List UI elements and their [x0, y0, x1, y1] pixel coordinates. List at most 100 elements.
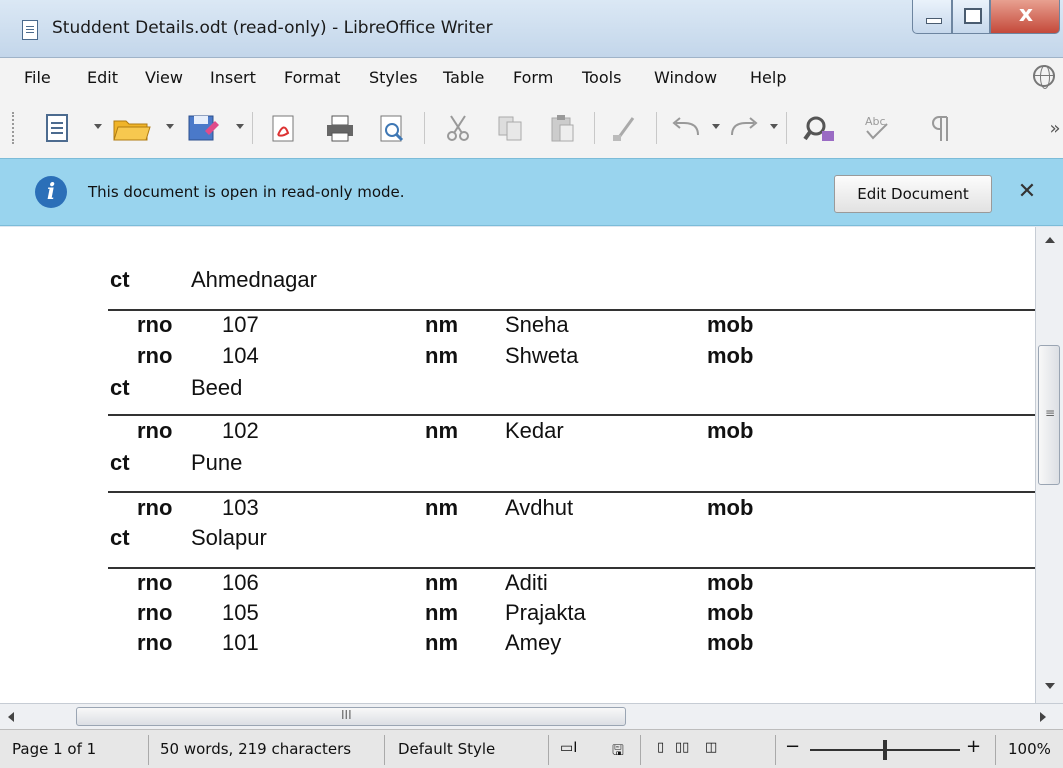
menu-insert[interactable]: Insert — [210, 68, 256, 87]
insert-mode-icon[interactable]: ▭I — [560, 740, 577, 756]
scroll-right-icon[interactable] — [1040, 712, 1046, 722]
multi-page-view-icon[interactable]: ▯▯ — [675, 740, 689, 755]
city-row: ct Pune — [0, 450, 1035, 486]
window-title: Studdent Details.odt (read-only) - Libre… — [52, 18, 493, 38]
zoom-slider-knob[interactable] — [883, 740, 887, 760]
zoom-level[interactable]: 100% — [1008, 740, 1051, 758]
menu-form[interactable]: Form — [513, 68, 553, 87]
edit-document-button[interactable]: Edit Document — [834, 175, 992, 213]
redo-icon[interactable] — [724, 110, 764, 146]
chevron-down-icon[interactable] — [770, 124, 778, 129]
nm-label: nm — [425, 600, 458, 625]
single-page-view-icon[interactable]: ▯ — [657, 740, 664, 755]
copy-icon[interactable] — [492, 110, 528, 146]
book-view-icon[interactable]: ◫ — [705, 740, 717, 755]
name-value: Kedar — [505, 418, 564, 443]
scroll-down-icon[interactable] — [1045, 683, 1055, 689]
menu-help[interactable]: Help — [750, 68, 786, 87]
rno-value: 104 — [222, 343, 259, 368]
zoom-in-button[interactable]: + — [966, 736, 981, 757]
read-only-infobar: i This document is open in read-only mod… — [0, 158, 1063, 226]
rno-label: rno — [137, 418, 173, 443]
print-icon[interactable] — [322, 110, 358, 146]
group-divider — [108, 414, 1035, 416]
menu-view[interactable]: View — [145, 68, 183, 87]
chevron-down-icon[interactable] — [94, 124, 102, 129]
city-name: Pune — [191, 450, 243, 475]
status-bar: Page 1 of 1 50 words, 219 characters Def… — [0, 729, 1063, 768]
nm-label: nm — [425, 418, 458, 443]
export-pdf-icon[interactable] — [266, 110, 302, 146]
minimize-button[interactable] — [912, 0, 952, 34]
grip-icon: ≡ — [1045, 406, 1056, 420]
new-document-icon[interactable] — [42, 110, 72, 146]
formatting-marks-icon[interactable] — [922, 110, 962, 146]
print-preview-icon[interactable] — [374, 110, 410, 146]
student-row: rno 101 nm Amey mob — [0, 630, 1035, 666]
status-divider — [548, 735, 549, 765]
menu-table[interactable]: Table — [443, 68, 484, 87]
menu-window[interactable]: Window — [654, 68, 717, 87]
toolbar-grip[interactable] — [12, 112, 15, 144]
scroll-left-icon[interactable] — [8, 712, 14, 722]
open-folder-icon[interactable] — [110, 110, 154, 146]
name-value: Shweta — [505, 343, 579, 368]
city-row: ct Beed — [0, 375, 1035, 411]
zoom-out-button[interactable]: − — [785, 736, 800, 757]
page-style[interactable]: Default Style — [398, 740, 495, 758]
undo-icon[interactable] — [666, 110, 706, 146]
page-count[interactable]: Page 1 of 1 — [12, 740, 96, 758]
spelling-icon[interactable]: Abc — [857, 110, 897, 146]
title-bar: Studdent Details.odt (read-only) - Libre… — [0, 0, 1063, 58]
menu-edit[interactable]: Edit — [87, 68, 118, 87]
nm-label: nm — [425, 495, 458, 520]
maximize-button[interactable] — [952, 0, 990, 34]
chevron-down-icon[interactable] — [236, 124, 244, 129]
mob-label: mob — [707, 418, 754, 443]
infobar-message: This document is open in read-only mode. — [88, 183, 405, 201]
scroll-up-icon[interactable] — [1045, 237, 1055, 243]
close-icon: x — [1018, 2, 1034, 27]
chevron-down-icon[interactable] — [712, 124, 720, 129]
paste-icon[interactable] — [544, 110, 580, 146]
rno-value: 105 — [222, 600, 259, 625]
city-name: Solapur — [191, 525, 267, 550]
group-divider — [108, 309, 1035, 311]
svg-text:Abc: Abc — [865, 115, 886, 128]
info-icon: i — [35, 176, 67, 208]
cut-icon[interactable] — [440, 110, 476, 146]
clone-formatting-icon[interactable] — [606, 110, 642, 146]
status-divider — [148, 735, 149, 765]
horizontal-scrollbar[interactable]: III — [0, 703, 1063, 729]
status-divider — [384, 735, 385, 765]
document-modified-icon: 🖫 — [612, 743, 624, 759]
toolbar-separator — [252, 112, 253, 144]
find-replace-icon[interactable] — [800, 110, 840, 146]
word-count[interactable]: 50 words, 219 characters — [160, 740, 351, 758]
nm-label: nm — [425, 343, 458, 368]
close-infobar-button[interactable]: ✕ — [1012, 177, 1042, 207]
toolbar-separator — [424, 112, 425, 144]
menu-file[interactable]: File — [24, 68, 51, 87]
vertical-scrollbar[interactable]: ≡ — [1035, 227, 1063, 703]
rno-value: 101 — [222, 630, 259, 655]
ct-label: ct — [110, 267, 130, 292]
close-window-button[interactable]: x — [990, 0, 1060, 34]
student-row: rno 104 nm Shweta mob — [0, 343, 1035, 379]
save-icon[interactable] — [183, 110, 223, 146]
vertical-scroll-thumb[interactable]: ≡ — [1038, 345, 1060, 485]
menu-format[interactable]: Format — [284, 68, 340, 87]
toolbar-overflow-button[interactable]: » — [1048, 110, 1062, 146]
nm-label: nm — [425, 630, 458, 655]
toolbar-separator — [594, 112, 595, 144]
chevron-down-icon[interactable] — [166, 124, 174, 129]
group-divider — [108, 567, 1035, 569]
horizontal-scroll-thumb[interactable]: III — [76, 707, 626, 726]
menu-tools[interactable]: Tools — [582, 68, 621, 87]
globe-icon[interactable] — [1033, 65, 1055, 89]
menu-styles[interactable]: Styles — [369, 68, 418, 87]
name-value: Avdhut — [505, 495, 574, 520]
group-divider — [108, 491, 1035, 493]
document-page[interactable]: ct Ahmednagar rno 107 nm Sneha mob rno 1… — [0, 227, 1035, 703]
menu-bar: File Edit View Insert Format Styles Tabl… — [0, 58, 1063, 98]
